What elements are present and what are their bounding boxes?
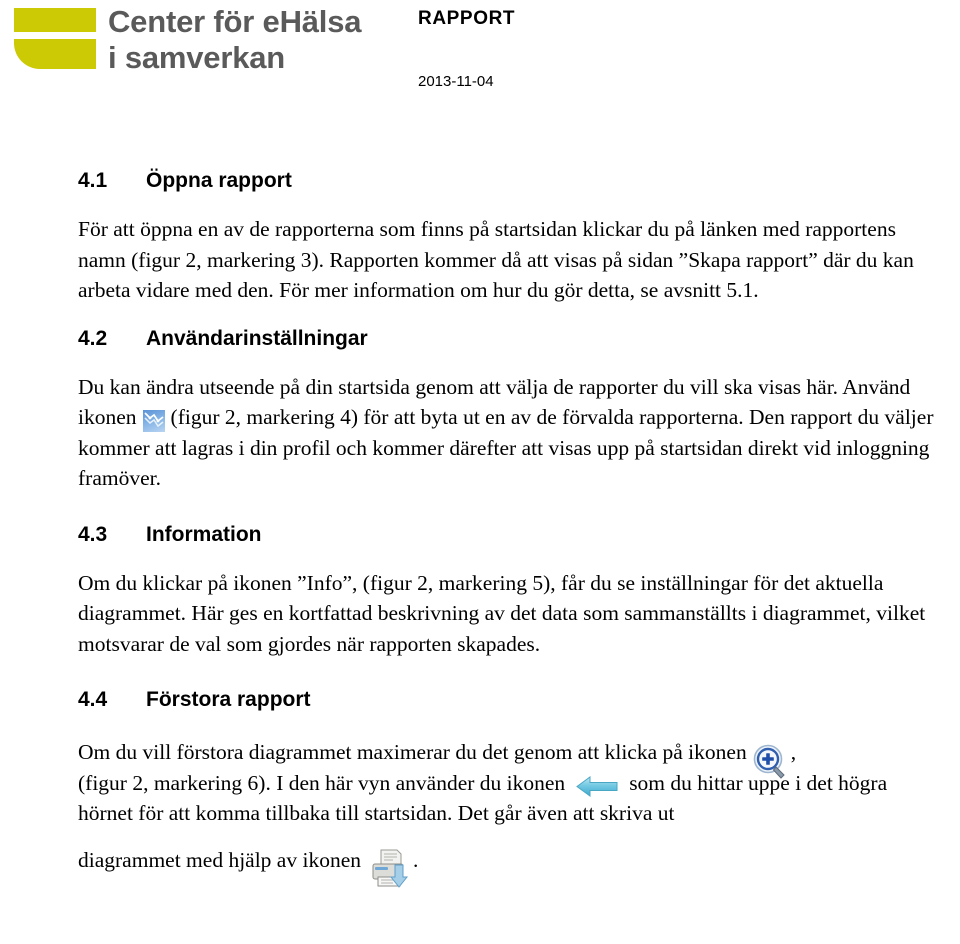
logo-bar-bottom — [14, 39, 96, 69]
heading-4-3: 4.3 Information — [78, 522, 940, 548]
paragraph-4-2-part-2: (figur 2, markering 4) för att byta ut e… — [78, 405, 934, 490]
paragraph-4-4-print: diagrammet med hjälp av ikonen . — [78, 845, 940, 888]
heading-4-1-number: 4.1 — [78, 169, 108, 192]
paragraph-4-4-part-b: , — [790, 740, 797, 764]
paragraph-4-2: Du kan ändra utseende på din startsida g… — [78, 372, 940, 494]
zoom-in-magnifier-icon — [751, 743, 789, 781]
logo-block: Center för eHälsa i samverkan — [8, 4, 362, 82]
paragraph-4-4-cont: (figur 2, markering 6). I den här vyn an… — [78, 768, 940, 829]
chart-report-icon — [142, 410, 165, 433]
paragraph-4-4-part-f: . — [413, 847, 419, 872]
heading-4-3-title: Information — [146, 522, 262, 546]
back-arrow-icon — [575, 775, 619, 799]
logo-wordmark: Center för eHälsa i samverkan — [108, 4, 362, 76]
logo-line-1: Center för eHälsa — [108, 4, 362, 39]
paragraph-4-4: Om du vill förstora diagrammet maximerar… — [78, 737, 940, 779]
logo-line-2: i samverkan — [108, 40, 286, 75]
paragraph-4-4-part-e: diagrammet med hjälp av ikonen — [78, 847, 361, 872]
page-header: Center för eHälsa i samverkan RAPPORT 20… — [0, 0, 960, 120]
heading-4-4-title: Förstora rapport — [146, 688, 311, 711]
print-icon — [369, 849, 409, 891]
heading-4-2-title: Användarinställningar — [146, 326, 368, 350]
paragraph-4-3: Om du klickar på ikonen ”Info”, (figur 2… — [78, 570, 926, 656]
logo-bar-top — [14, 8, 96, 32]
heading-4-1-title: Öppna rapport — [146, 169, 292, 192]
document-date: 2013-11-04 — [418, 73, 494, 90]
paragraph-4-4-part-c: (figur 2, markering 6). I den här vyn an… — [78, 770, 566, 795]
paragraph-4-4-part-a: Om du vill förstora diagrammet maximerar… — [78, 740, 747, 764]
heading-4-4-number: 4.4 — [78, 688, 108, 711]
document-body: 4.1 Öppna rapport För att öppna en av de… — [78, 168, 940, 888]
heading-4-4: 4.4 Förstora rapport — [78, 687, 940, 713]
cehis-logo-icon — [8, 8, 96, 74]
heading-4-2: 4.2 Användarinställningar — [78, 326, 940, 352]
document-type-label: RAPPORT — [418, 8, 516, 29]
heading-4-2-number: 4.2 — [78, 326, 108, 350]
heading-4-3-number: 4.3 — [78, 522, 108, 546]
heading-4-1: 4.1 Öppna rapport — [78, 168, 940, 194]
paragraph-4-1: För att öppna en av de rapporterna som f… — [78, 217, 914, 302]
